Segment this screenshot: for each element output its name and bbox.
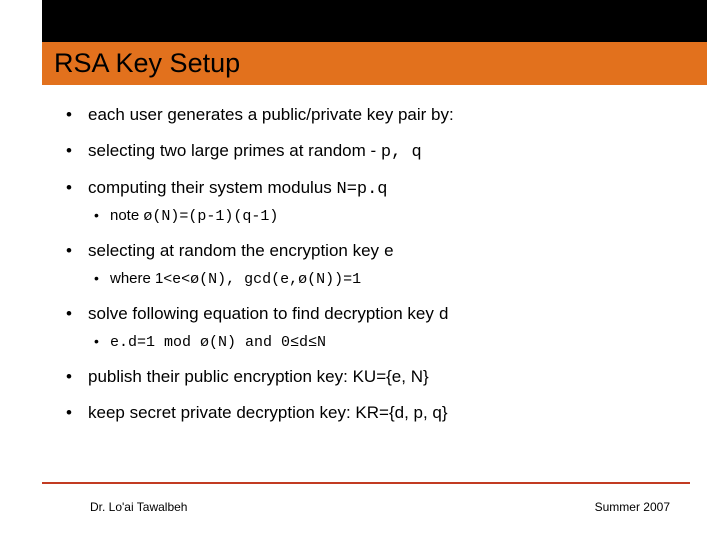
sub-list: e.d=1 mod ø(N) and 0≤d≤N [88,333,680,351]
bullet-text: publish their public encryption key: KU=… [88,367,429,386]
sub-list: note ø(N)=(p-1)(q-1) [88,207,680,225]
slide-title: RSA Key Setup [54,48,707,79]
list-item: solve following equation to find decrypt… [60,304,680,351]
bullet-list: each user generates a public/private key… [60,105,680,423]
bullet-text: each user generates a public/private key… [88,105,454,124]
list-item: publish their public encryption key: KU=… [60,367,680,387]
sub-list-item: where 1<e<ø(N), gcd(e,ø(N))=1 [88,270,680,288]
sub-code: e<ø(N), gcd(e,ø(N))=1 [172,271,361,288]
title-bar: RSA Key Setup [42,42,707,85]
slide: RSA Key Setup each user generates a publ… [0,0,720,540]
footer-left: Dr. Lo'ai Tawalbeh [90,500,187,514]
footer-divider [42,482,690,484]
bullet-code: e [384,243,394,262]
list-item: selecting at random the encryption key e… [60,241,680,288]
sub-code: ø(N)=(p-1)(q-1) [143,208,278,225]
footer-right: Summer 2007 [595,500,670,514]
list-item: keep secret private decryption key: KR={… [60,403,680,423]
sub-text: note [110,207,143,224]
bullet-text: selecting at random the encryption key [88,241,384,260]
sub-code: e.d=1 mod ø(N) and 0≤d≤N [110,334,326,351]
bullet-text: computing their system modulus [88,178,337,197]
list-item: selecting two large primes at random - p… [60,141,680,162]
list-item: each user generates a public/private key… [60,105,680,125]
top-band [42,0,707,42]
bullet-text: selecting two large primes at random - [88,141,381,160]
sub-list: where 1<e<ø(N), gcd(e,ø(N))=1 [88,270,680,288]
list-item: computing their system modulus N=p.q not… [60,178,680,225]
bullet-text: keep secret private decryption key: KR={… [88,403,448,422]
sub-text: where 1< [110,270,172,287]
bullet-text: solve following equation to find decrypt… [88,304,439,323]
footer: Dr. Lo'ai Tawalbeh Summer 2007 [0,500,720,514]
bullet-code: d [439,306,449,325]
content-area: each user generates a public/private key… [0,85,720,423]
sub-list-item: note ø(N)=(p-1)(q-1) [88,207,680,225]
bullet-code: p, q [381,143,422,162]
sub-list-item: e.d=1 mod ø(N) and 0≤d≤N [88,333,680,351]
bullet-code: N=p.q [337,180,388,199]
